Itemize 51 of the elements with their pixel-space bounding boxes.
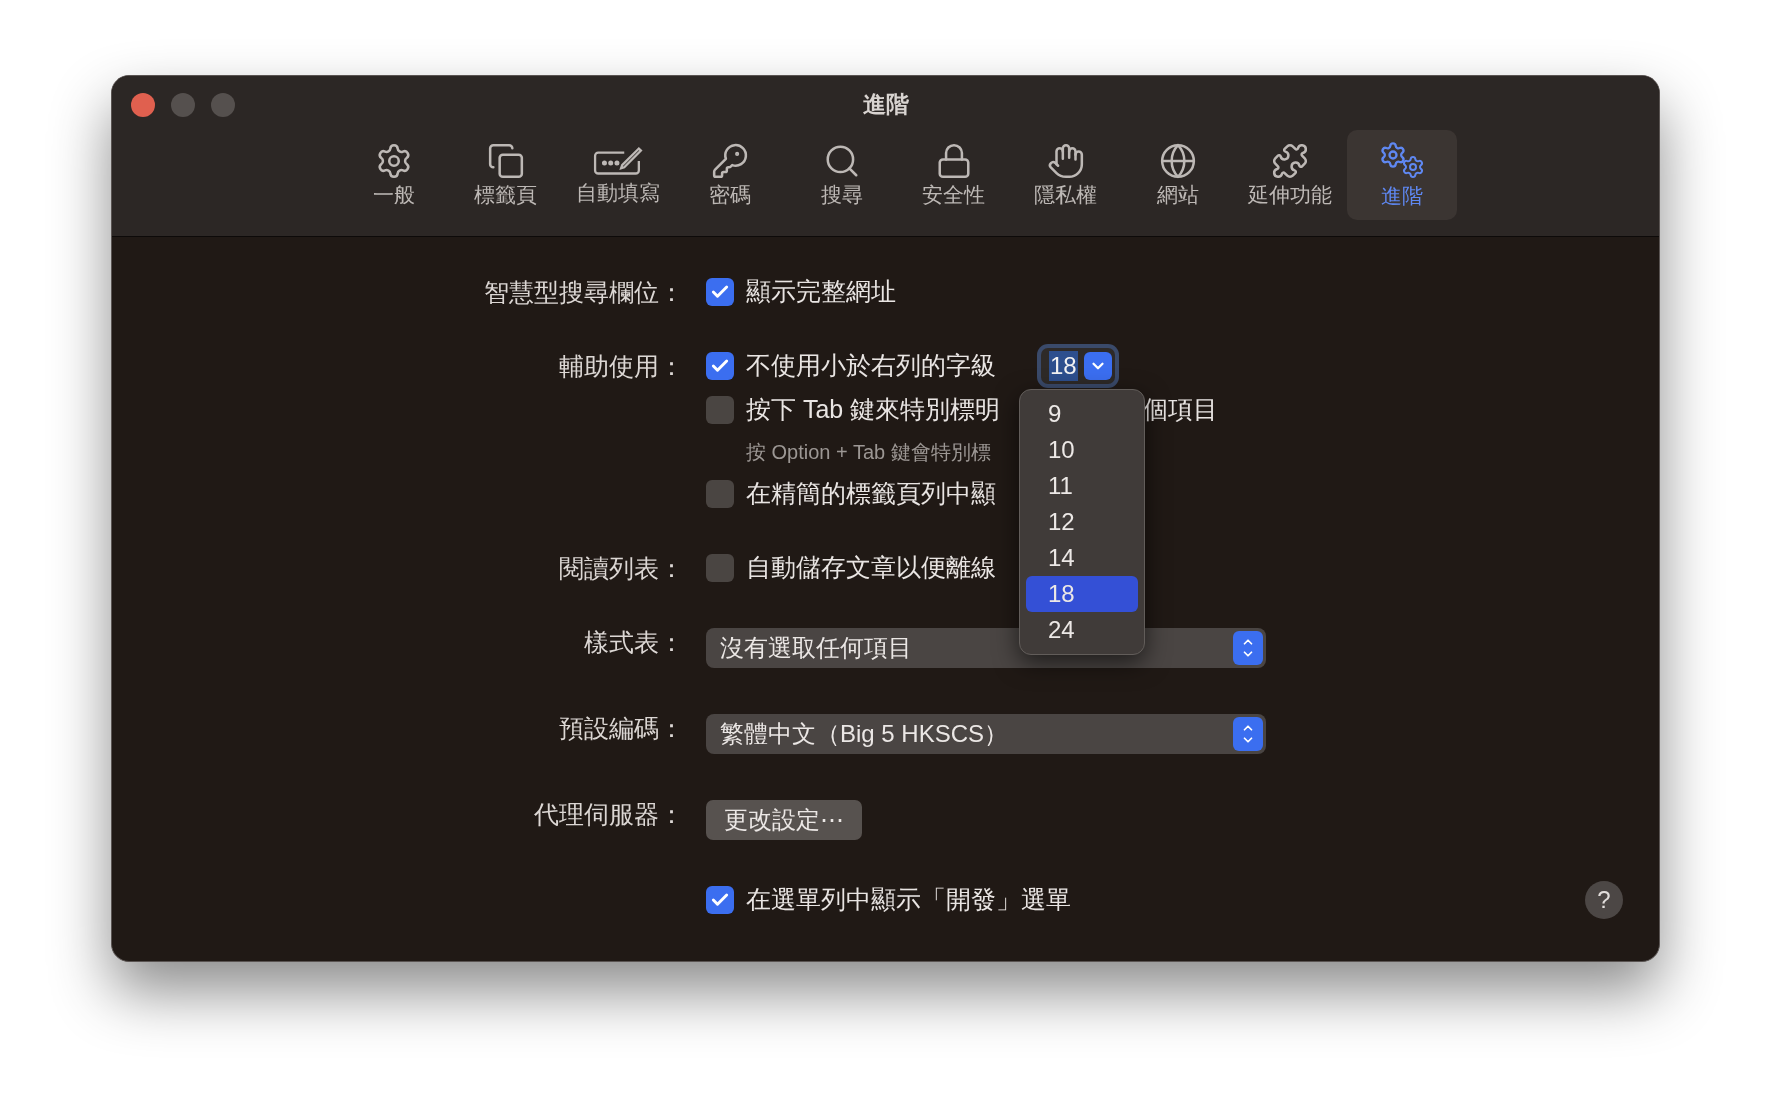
select-field[interactable]: 繁體中文（Big 5 HKSCS） [706, 714, 1266, 754]
checkbox[interactable] [706, 480, 734, 508]
checkbox[interactable] [706, 352, 734, 380]
setting-label: 樣式表： [584, 627, 684, 658]
menu-item[interactable]: 14 [1026, 540, 1138, 576]
toolbar-tab[interactable]: 自動填寫 [562, 130, 673, 220]
hand-icon [1046, 142, 1085, 180]
menu-item[interactable]: 12 [1026, 504, 1138, 540]
change-settings-button[interactable]: 更改設定⋯ [706, 800, 862, 840]
dropdown-button[interactable] [1083, 352, 1112, 380]
toolbar-tab[interactable]: 搜尋 [786, 130, 897, 220]
toolbar-tab[interactable]: 延伸功能 [1234, 130, 1345, 220]
setting-label: 輔助使用： [559, 351, 684, 382]
checkbox-label: 不使用小於右列的字級 [746, 350, 997, 382]
checkbox-label-tail: 個項目 [1143, 394, 1218, 426]
hint-text: 按 Option + Tab 鍵會特別標 [746, 440, 991, 465]
menu-item[interactable]: 11 [1026, 468, 1138, 504]
tabs-icon [486, 142, 525, 180]
checkbox[interactable] [706, 886, 734, 914]
key-icon [710, 142, 749, 180]
window-title: 進階 [862, 89, 909, 119]
menu-item[interactable]: 18 [1026, 576, 1138, 612]
autofill-icon [592, 144, 643, 178]
checkbox[interactable] [706, 396, 734, 424]
checkbox[interactable] [706, 554, 734, 582]
menu-item[interactable]: 9 [1026, 396, 1138, 432]
font-size-value: 18 [1049, 351, 1078, 381]
toolbar-tab[interactable]: 一般 [338, 130, 449, 220]
toolbar-tab[interactable]: 隱私權 [1010, 130, 1121, 220]
stepper-icon [1233, 631, 1263, 665]
stepper-icon [1233, 717, 1263, 751]
help-button[interactable]: ? [1585, 881, 1623, 919]
checkbox-label: 顯示完整網址 [746, 276, 896, 308]
checkbox-label: 自動儲存文章以便離線 [746, 552, 996, 584]
checkbox-label: 按下 Tab 鍵來特別標明 [746, 394, 1001, 426]
checkbox-label: 在精簡的標籤頁列中顯 [746, 478, 996, 510]
checkbox-label: 在選單列中顯示「開發」選單 [746, 884, 1071, 916]
toolbar-tab[interactable]: 進階 [1346, 130, 1457, 220]
puzzle-icon [1270, 142, 1309, 180]
toolbar-tab[interactable]: 標籤頁 [450, 130, 561, 220]
toolbar-tab[interactable]: 網站 [1122, 130, 1233, 220]
setting-label: 智慧型搜尋欄位： [484, 277, 684, 308]
toolbar-tab[interactable]: 安全性 [898, 130, 1009, 220]
setting-label: 預設編碼： [559, 713, 684, 744]
globe-icon [1158, 142, 1197, 180]
menu-item[interactable]: 10 [1026, 432, 1138, 468]
checkbox[interactable] [706, 278, 734, 306]
close-button[interactable] [131, 93, 155, 117]
setting-label: 代理伺服器： [534, 799, 684, 830]
setting-label: 閱讀列表： [559, 553, 684, 584]
toolbar-tab[interactable]: 密碼 [674, 130, 785, 220]
